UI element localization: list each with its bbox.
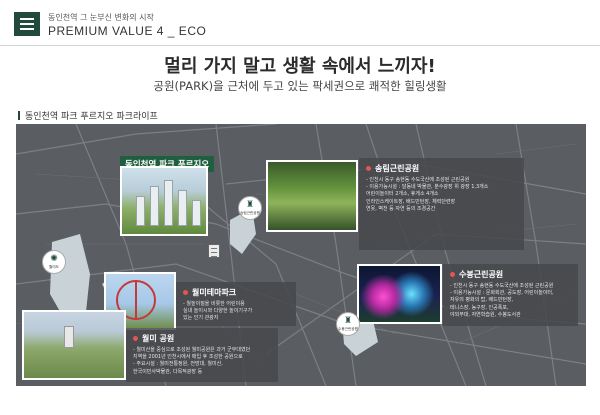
tower-shape <box>136 196 145 226</box>
tower-shape <box>192 200 201 226</box>
songrim-badge-label: 송림근린공원 <box>240 211 260 215</box>
wolmido-badge-label: 월미도 <box>49 265 59 269</box>
info-line: - 주요시설 : 월미전통정원, 전망대, 월미산, <box>133 361 223 368</box>
info-line: 야외무대, 자연학습원, 수봉도서관 <box>450 311 521 318</box>
apartment-photo <box>120 166 208 236</box>
wolmi-park-photo <box>22 310 126 380</box>
page-header: 동인천역 그 눈부신 변화의 시작 PREMIUM VALUE 4 _ ECO <box>0 0 600 46</box>
songrim-park-info: 송림근린공원 - 인천시 동구 송현동 수도국산에 조성된 근린공원 - 이용가… <box>359 158 524 250</box>
info-line: 한국이민사박물관, 다목적광장 등 <box>133 368 203 375</box>
tower-shape <box>164 180 173 226</box>
brand-logo-icon <box>14 12 40 36</box>
info-line: 테니스장, 농구장, 인공폭포, <box>450 304 509 311</box>
wolmi-theme-park-info: 월미테마파크 - 월높이질을 비롯한 어린이용 실내 놀이시와 다양한 놀이기구… <box>176 282 296 326</box>
monument-icon: ♜ <box>245 200 255 210</box>
subong-badge-label: 수봉근린공원 <box>338 327 358 331</box>
wolmi-theme-park-title: 월미테마파크 <box>183 287 289 298</box>
page-headline: 멀리 가지 말고 생활 속에서 느끼자! <box>164 56 436 77</box>
wolmido-badge: ✺ 월미도 <box>42 250 66 274</box>
info-line: 있는 인기 관광지 <box>183 315 219 322</box>
wolmi-park-info: 월미 공원 - 월미산을 중심으로 조성된 월미공원은 과거 군부대였던 지역을… <box>126 328 278 382</box>
songrim-park-title: 송림근린공원 <box>366 163 517 174</box>
songrim-badge: ♜ 송림근린공원 <box>238 196 262 220</box>
info-line: 연못, 벽천 등 자연 등의 조경공간 <box>366 205 436 212</box>
header-title: PREMIUM VALUE 4 _ ECO <box>48 24 207 38</box>
ferris-wheel-icon: ✺ <box>50 254 58 264</box>
songrim-park-photo <box>266 160 358 232</box>
subong-badge: ♜ 수봉근린공원 <box>336 312 360 336</box>
info-line: 어린이놀이터 2개소, 휴게소 4개소 <box>366 191 439 198</box>
subong-park-title: 수봉근린공원 <box>450 269 571 280</box>
park-map: 동인천역 파크 푸르지오 송림근린공원 - 인천시 동구 송현동 수도국산에 조… <box>16 124 586 386</box>
info-line: 인라인스케이트장, 배드민턴장, 체력단련장 <box>366 198 456 205</box>
header-subtitle: 동인천역 그 눈부신 변화의 시작 <box>48 13 154 22</box>
apartment-marker-icon <box>208 244 220 258</box>
observatory-icon <box>64 326 74 348</box>
wolmido-island-shape <box>50 234 90 322</box>
subong-park-info: 수봉근린공원 - 인천시 동구 송현동 수도국산에 조성된 근린공원 - 이용가… <box>443 264 578 326</box>
section-title: 동인천역 파크 푸르지오 파크라이프 <box>18 109 158 122</box>
section-title-text: 동인천역 파크 푸르지오 파크라이프 <box>25 112 158 122</box>
wolmi-park-title: 월미 공원 <box>133 333 271 344</box>
subong-park-photo <box>357 264 442 324</box>
tower-shape <box>178 190 187 226</box>
tower-shape <box>150 186 159 226</box>
info-line: 자유의 평화의 탑, 배드민턴장, <box>450 297 514 304</box>
monument-icon: ♜ <box>343 316 353 326</box>
page-subheadline: 공원(PARK)을 근처에 두고 있는 팍세권으로 쾌적한 힐링생활 <box>153 79 447 93</box>
section-bar-icon <box>18 111 20 120</box>
